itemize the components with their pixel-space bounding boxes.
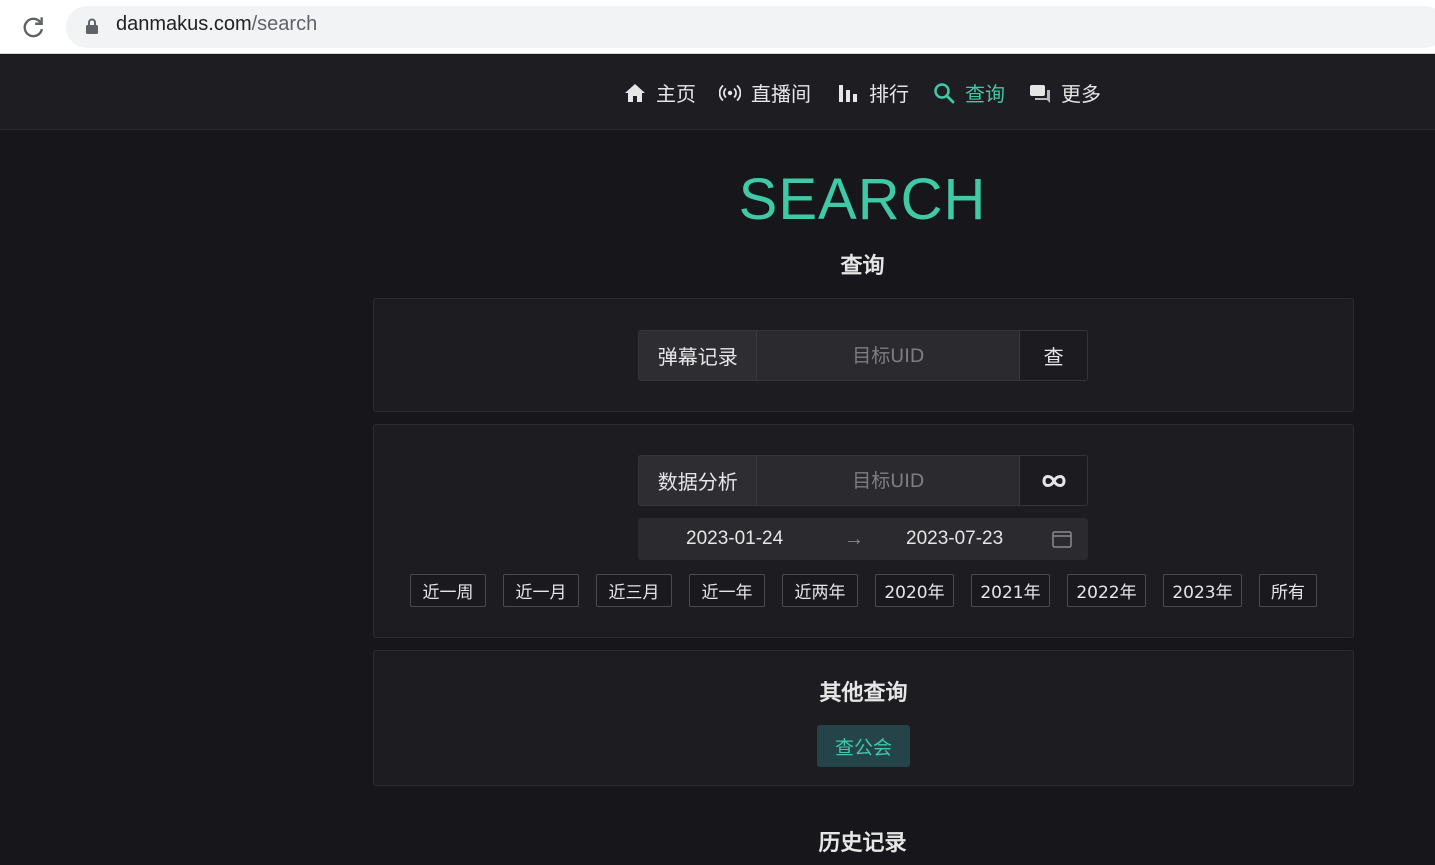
nav-label-ranking: 排行 <box>869 82 909 106</box>
date-range-picker[interactable]: 2023-01-24 → 2023-07-23 <box>638 518 1088 560</box>
url-path: /search <box>251 13 318 35</box>
danmaku-search-label: 弹幕记录 <box>639 331 758 380</box>
nav-label-more: 更多 <box>1061 82 1101 106</box>
analysis-label: 数据分析 <box>639 456 758 505</box>
data-analysis-panel: 数据分析 2023-01-24 → 2023-07-23 近一周 近一月 近三月… <box>373 424 1354 638</box>
lock-icon <box>86 18 98 34</box>
analysis-search-group: 数据分析 <box>638 455 1088 506</box>
other-queries-title: 其他查询 <box>819 681 908 706</box>
site-nav: 主页 直播间 排行 查询 更多 <box>0 55 1435 130</box>
other-queries-panel: 其他查询 查公会 <box>373 650 1354 786</box>
history-title: 历史记录 <box>818 831 907 856</box>
danmaku-uid-input[interactable] <box>757 331 1020 380</box>
range-button-week[interactable]: 近一周 <box>410 574 486 607</box>
nav-label-live-rooms: 直播间 <box>751 82 811 106</box>
range-button-three-months[interactable]: 近三月 <box>596 574 672 607</box>
broadcast-icon <box>719 84 741 101</box>
danmaku-search-group: 弹幕记录 查 <box>638 330 1088 381</box>
page-title: SEARCH <box>738 167 987 232</box>
range-button-two-years[interactable]: 近两年 <box>782 574 858 607</box>
nav-label-home: 主页 <box>656 82 696 106</box>
browser-toolbar: danmakus.com/search <box>0 0 1435 54</box>
nav-label-search: 查询 <box>965 82 1005 106</box>
page-subtitle: 查询 <box>840 254 885 279</box>
bar-chart-icon <box>839 84 857 102</box>
range-button-2020[interactable]: 2020年 <box>875 574 954 607</box>
range-button-2021[interactable]: 2021年 <box>971 574 1050 607</box>
infinity-icon <box>1042 474 1066 487</box>
range-button-2022[interactable]: 2022年 <box>1067 574 1146 607</box>
danmaku-search-button[interactable]: 查 <box>1019 331 1087 380</box>
chat-icon <box>1030 84 1050 103</box>
danmaku-search-panel: 弹幕记录 查 <box>373 298 1354 412</box>
range-button-2023[interactable]: 2023年 <box>1163 574 1242 607</box>
guild-search-button[interactable]: 查公会 <box>817 725 910 767</box>
range-button-year[interactable]: 近一年 <box>689 574 765 607</box>
search-icon <box>934 82 955 103</box>
analysis-uid-input[interactable] <box>757 456 1020 505</box>
nav-item-search[interactable]: 查询 <box>933 55 1005 130</box>
nav-item-live-rooms[interactable]: 直播间 <box>719 55 811 130</box>
calendar-icon[interactable] <box>1052 530 1072 548</box>
nav-item-more[interactable]: 更多 <box>1029 55 1101 130</box>
nav-item-ranking[interactable]: 排行 <box>837 55 909 130</box>
arrow-right-icon: → <box>844 527 864 550</box>
quick-range-buttons: 近一周 近一月 近三月 近一年 近两年 2020年 2021年 2022年 20… <box>410 574 1320 608</box>
analysis-submit-button[interactable] <box>1019 456 1087 505</box>
reload-icon[interactable] <box>20 14 46 40</box>
url-text[interactable]: danmakus.com/search <box>116 13 317 36</box>
date-start[interactable]: 2023-01-24 <box>686 528 783 550</box>
date-end[interactable]: 2023-07-23 <box>906 528 1003 550</box>
range-button-month[interactable]: 近一月 <box>503 574 579 607</box>
url-domain: danmakus.com <box>116 13 252 35</box>
range-button-all[interactable]: 所有 <box>1259 574 1317 607</box>
nav-item-home[interactable]: 主页 <box>624 55 696 130</box>
home-icon <box>625 83 645 102</box>
